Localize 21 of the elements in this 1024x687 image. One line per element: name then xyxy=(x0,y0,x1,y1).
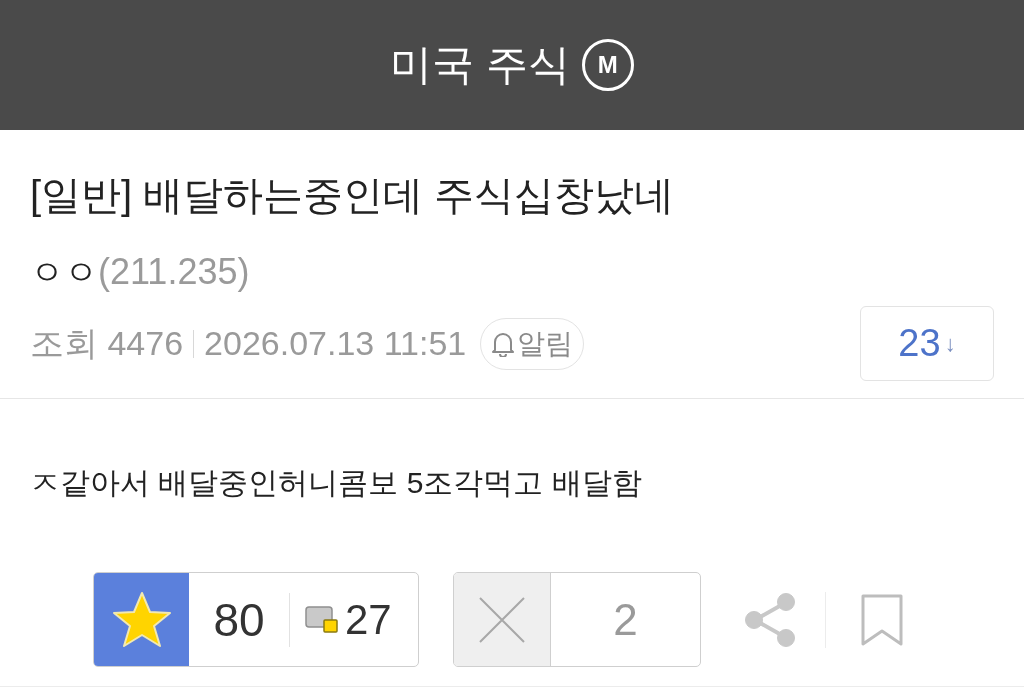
bell-icon xyxy=(491,330,516,357)
comment-count-button[interactable]: 23↓ xyxy=(860,306,994,381)
down-arrow: ↓ xyxy=(944,330,956,358)
dislike-button[interactable]: 2 xyxy=(453,572,701,667)
author-ip: (211.235) xyxy=(98,251,250,293)
bookmark-icon[interactable] xyxy=(861,593,903,646)
post-datetime: 2026.07.13 11:51 xyxy=(204,323,467,364)
gallery-title: 미국 주식 xyxy=(390,44,570,86)
recommend-button[interactable]: 80 27 xyxy=(93,572,419,667)
dislike-count: 2 xyxy=(612,593,639,646)
post-title: [일반] 배달하는중인데 주식십창났네 xyxy=(30,172,676,219)
star-icon xyxy=(110,589,173,650)
close-icon xyxy=(479,596,525,643)
square-badge-icon xyxy=(305,605,339,634)
share-icon[interactable] xyxy=(745,592,795,647)
recommend-count: 80 xyxy=(212,596,266,643)
view-count: 조회 4476 xyxy=(30,323,184,364)
author-name: ㅇㅇ xyxy=(30,252,98,293)
post-body: ㅈ같아서 배달중인허니콤보 5조각먹고 배달함 xyxy=(30,465,643,501)
fixed-nick-count: 27 xyxy=(345,598,392,641)
gallery-badge: M xyxy=(581,39,634,91)
